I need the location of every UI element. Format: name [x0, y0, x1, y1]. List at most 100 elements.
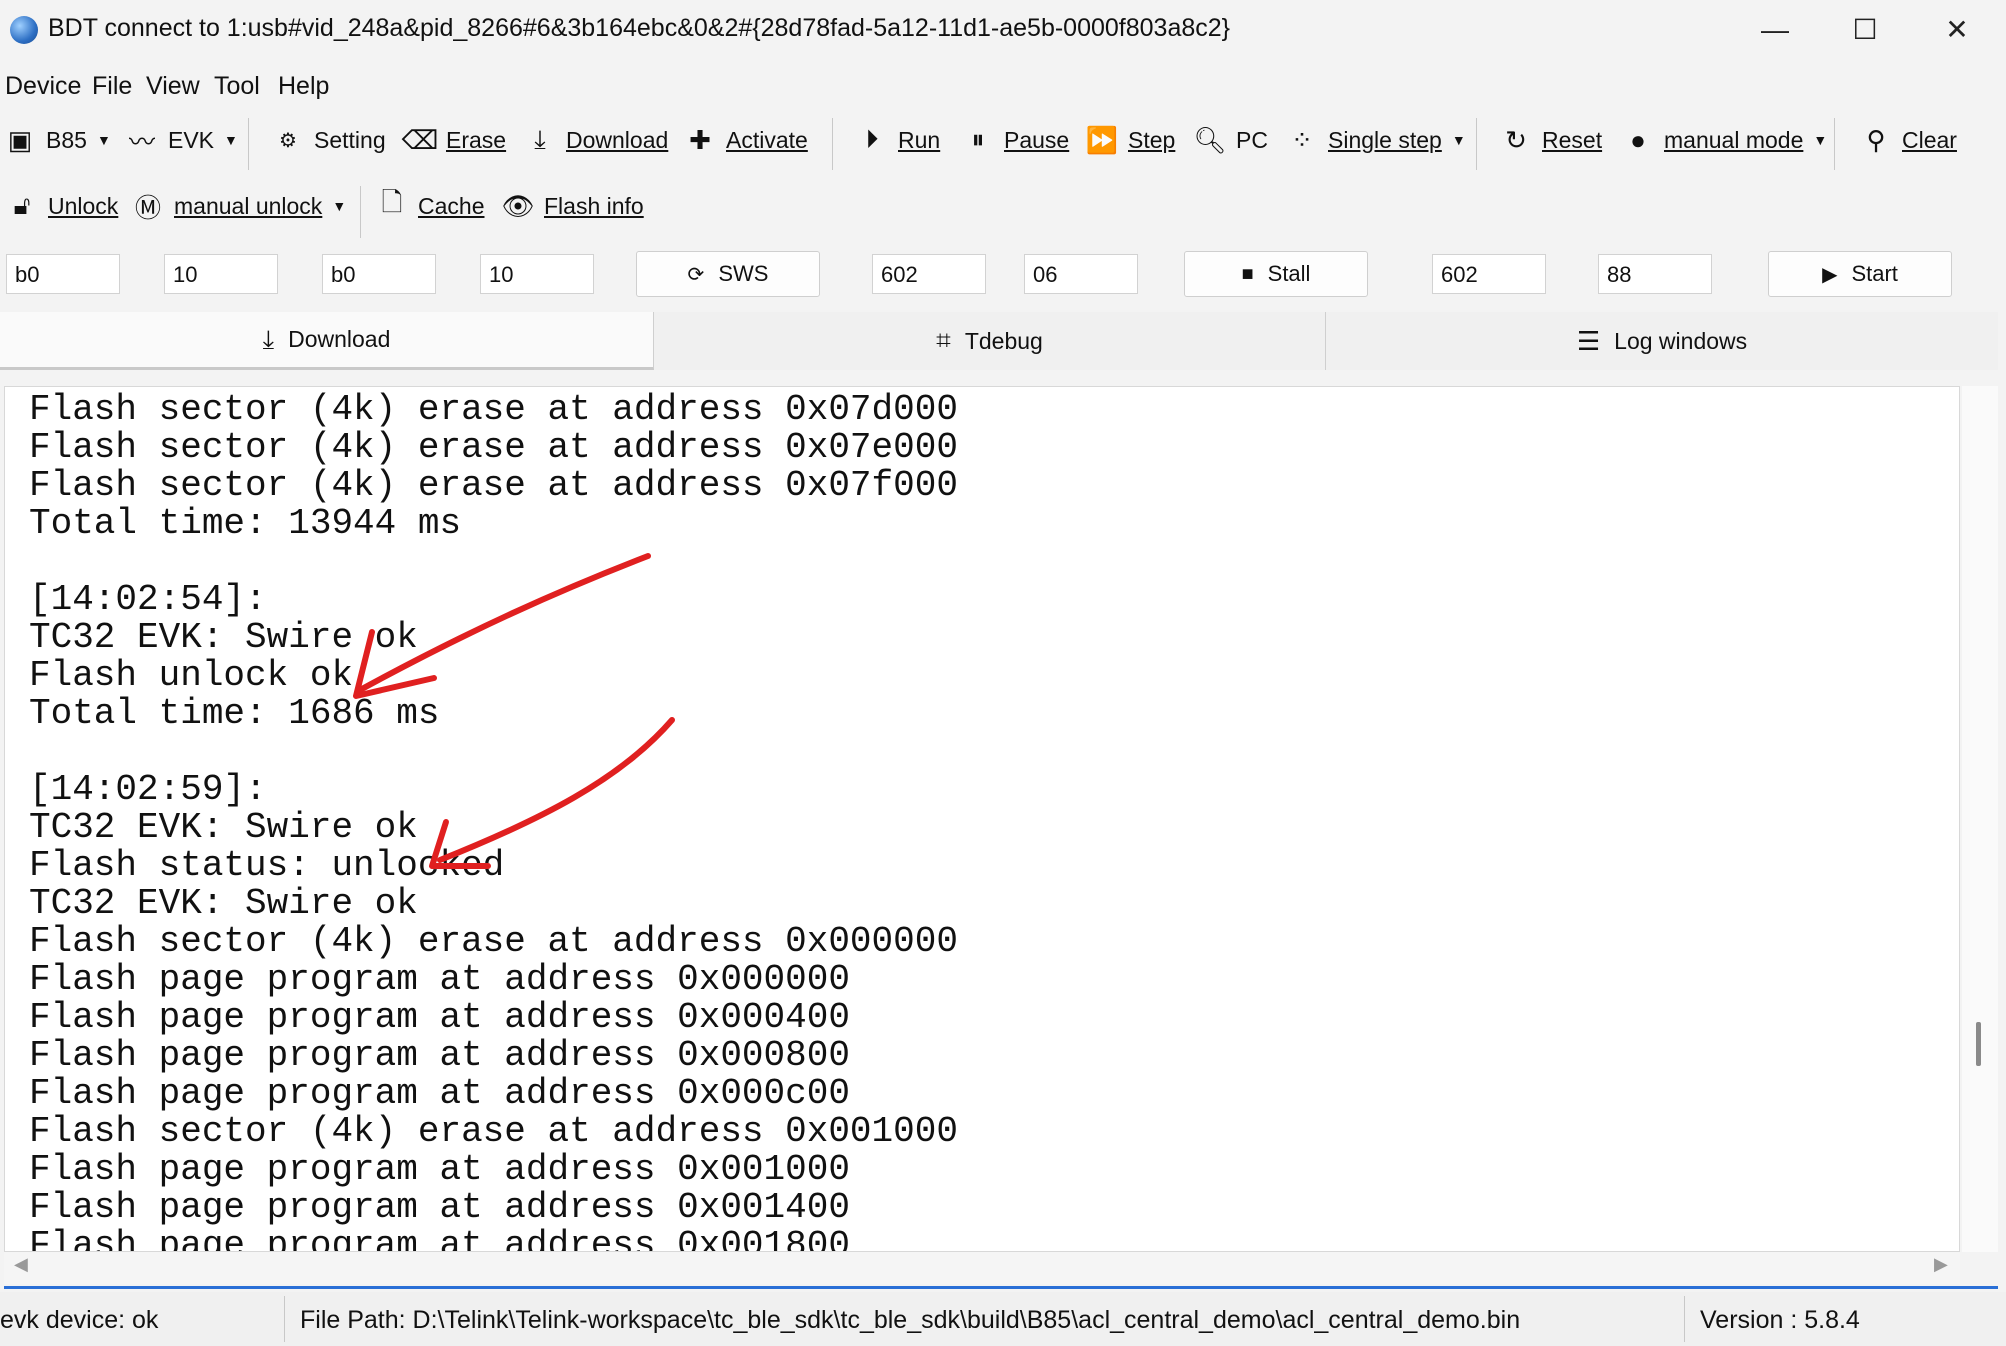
broom-icon: ⚲	[1866, 124, 1886, 155]
chevron-down-icon: ▼	[224, 132, 238, 148]
toolbar-separator	[832, 118, 833, 170]
toolbar-separator	[360, 186, 361, 238]
chip-select[interactable]: ▣ B85 ▼	[6, 125, 111, 155]
scroll-right-icon[interactable]: ▶	[1934, 1254, 1948, 1275]
download-button[interactable]: ⤓ Download	[526, 124, 669, 154]
log-line: Flash page program at address 0x001000	[29, 1149, 850, 1190]
progress-line	[4, 1286, 1998, 1289]
menu-tool[interactable]: Tool	[214, 72, 260, 101]
setting-button[interactable]: ⚙ Setting	[274, 126, 386, 154]
log-line: Flash page program at address 0x000c00	[29, 1073, 850, 1114]
activate-button[interactable]: ✚ Activate	[686, 124, 808, 155]
stall-button[interactable]: ■ Stall	[1184, 251, 1368, 297]
evk-select[interactable]: 〰 EVK ▼	[128, 126, 238, 157]
manual-mode-label: manual mode	[1664, 126, 1804, 153]
manual-unlock-dropdown[interactable]: Ⓜ manual unlock ▼	[134, 192, 346, 223]
log-line: Flash page program at address 0x000400	[29, 997, 850, 1038]
close-button[interactable]: ✕	[1922, 8, 1992, 52]
eye-icon: 👁︎	[501, 190, 535, 221]
run-button[interactable]: ⏵ Run	[858, 124, 940, 154]
sws-button[interactable]: ⟳ SWS	[636, 251, 820, 297]
download-icon: ⤓	[534, 124, 546, 154]
reset-label: Reset	[1542, 126, 1603, 153]
title-bar: BDT connect to 1:usb#vid_248a&pid_8266#6…	[0, 0, 2006, 60]
toolbar-separator	[1476, 118, 1477, 170]
manual-mode-dropdown[interactable]: ● manual mode ▼	[1624, 125, 1828, 155]
pc-label: PC	[1236, 126, 1268, 153]
step-label: Step	[1128, 126, 1176, 153]
tab-tdebug[interactable]: ⌗ Tdebug	[654, 312, 1326, 370]
start-button[interactable]: ▶ Start	[1768, 251, 1952, 297]
status-bar: evk device: ok File Path: D:\Telink\Teli…	[0, 1292, 2006, 1346]
param-field-7[interactable]: 602	[1432, 254, 1546, 294]
step-icon: ⏩	[1085, 124, 1119, 155]
vertical-scrollbar[interactable]	[1962, 386, 1998, 1252]
status-separator	[1684, 1296, 1685, 1342]
param-field-2[interactable]: 10	[164, 254, 278, 294]
log-lines: Flash sector (4k) erase at address 0x07d…	[29, 391, 958, 1252]
pause-button[interactable]: ⏸ Pause	[964, 124, 1070, 154]
minimize-button[interactable]: —	[1740, 8, 1810, 52]
flash-info-label: Flash info	[544, 192, 644, 219]
param-field-6[interactable]: 06	[1024, 254, 1138, 294]
reset-icon: ↻	[1505, 124, 1527, 155]
pause-label: Pause	[1004, 126, 1070, 153]
tab-bar: ⤓ Download ⌗ Tdebug ☰ Log windows	[0, 312, 1998, 372]
clear-label: Clear	[1902, 126, 1957, 153]
scroll-left-icon[interactable]: ◀	[14, 1254, 28, 1275]
cache-button[interactable]: 🗋 Cache	[378, 187, 485, 220]
reset-button[interactable]: ↻ Reset	[1502, 124, 1603, 155]
single-step-dropdown[interactable]: ⁘ Single step ▼	[1288, 125, 1466, 155]
tab-download-label: Download	[288, 326, 391, 352]
log-line: Total time: 13944 ms	[29, 503, 462, 544]
menu-view[interactable]: View	[146, 72, 200, 101]
list-icon: ☰	[1576, 325, 1601, 356]
param-field-8[interactable]: 88	[1598, 254, 1712, 294]
log-line: TC32 EVK: Swire ok	[29, 807, 418, 848]
signal-wave-icon: 〰	[128, 126, 155, 157]
unlock-button[interactable]: 🔓︎ Unlock	[8, 190, 119, 220]
menu-device[interactable]: Device	[5, 72, 81, 101]
log-line: [14:02:59]:	[29, 769, 267, 810]
param-field-5[interactable]: 602	[872, 254, 986, 294]
activate-label: Activate	[726, 126, 808, 153]
file-path: File Path: D:\Telink\Telink-workspace\tc…	[300, 1306, 1521, 1334]
log-line: Flash page program at address 0x000000	[29, 959, 850, 1000]
tab-tdebug-label: Tdebug	[964, 327, 1043, 354]
tab-log-windows[interactable]: ☰ Log windows	[1326, 312, 1998, 370]
toolbar-separator	[248, 118, 249, 170]
horizontal-scrollbar[interactable]: ◀ ▶	[4, 1252, 1960, 1284]
flash-info-button[interactable]: 👁︎ Flash info	[501, 190, 644, 221]
chevron-down-icon: ▼	[1813, 132, 1828, 148]
lock-icon: 🔓︎	[13, 190, 31, 220]
pc-button[interactable]: 🔍︎ PC	[1194, 125, 1268, 155]
cache-label: Cache	[418, 192, 485, 219]
param-field-3[interactable]: b0	[322, 254, 436, 294]
step-button[interactable]: ⏩ Step	[1085, 124, 1176, 155]
tab-download[interactable]: ⤓ Download	[0, 312, 654, 370]
log-line: Flash sector (4k) erase at address 0x001…	[29, 1111, 958, 1152]
clear-button[interactable]: ⚲ Clear	[1862, 124, 1957, 155]
menu-help[interactable]: Help	[278, 72, 329, 101]
menu-file[interactable]: File	[92, 72, 132, 101]
download-icon: ⤓	[262, 323, 275, 354]
log-output[interactable]: Flash sector (4k) erase at address 0x07d…	[4, 386, 1960, 1252]
window-title: BDT connect to 1:usb#vid_248a&pid_8266#6…	[48, 14, 1231, 42]
eraser-icon: ⌫	[401, 124, 439, 155]
maximize-button[interactable]: ☐	[1830, 8, 1900, 52]
param-field-1[interactable]: b0	[6, 254, 120, 294]
log-line: Flash unlock ok	[29, 655, 354, 696]
log-line: Flash sector (4k) erase at address 0x07e…	[29, 427, 958, 468]
device-status: evk device: ok	[0, 1306, 159, 1334]
scroll-thumb[interactable]	[1976, 1022, 1981, 1066]
erase-button[interactable]: ⌫ Erase	[401, 124, 506, 155]
chevron-down-icon: ▼	[96, 132, 111, 148]
log-line: TC32 EVK: Swire ok	[29, 883, 418, 924]
main-toolbar: ▣ B85 ▼ 〰 EVK ▼ ⚙ Setting ⌫ Erase ⤓ Down…	[0, 114, 2006, 174]
param-field-4[interactable]: 10	[480, 254, 594, 294]
download-label: Download	[566, 126, 669, 153]
m-box-icon: Ⓜ	[134, 192, 161, 223]
refresh-icon: ⟳	[687, 263, 705, 286]
plus-icon: ✚	[689, 124, 711, 155]
